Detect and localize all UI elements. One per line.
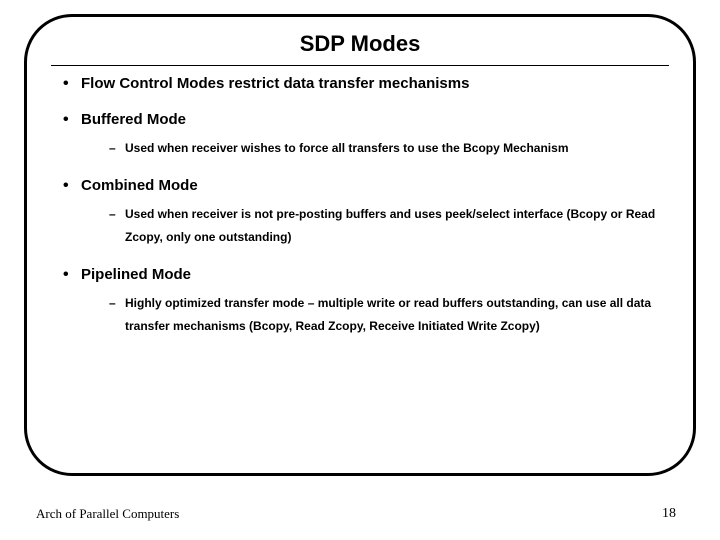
slide-frame: SDP Modes Flow Control Modes restrict da… xyxy=(24,14,696,476)
bullet-combined-mode: Combined Mode Used when receiver is not … xyxy=(61,176,669,249)
sub-bullet-text: Highly optimized transfer mode – multipl… xyxy=(125,296,651,333)
bullet-text: Buffered Mode xyxy=(81,111,186,128)
bullet-text: Combined Mode xyxy=(81,177,198,194)
sub-bullet-text: Used when receiver is not pre-posting bu… xyxy=(125,207,655,244)
sub-bullet: Highly optimized transfer mode – multipl… xyxy=(109,292,669,338)
sub-list: Used when receiver is not pre-posting bu… xyxy=(81,203,669,249)
sub-list: Used when receiver wishes to force all t… xyxy=(81,137,669,160)
sub-list: Highly optimized transfer mode – multipl… xyxy=(81,292,669,338)
sub-bullet-text: Used when receiver wishes to force all t… xyxy=(125,141,568,155)
bullet-text: Pipelined Mode xyxy=(81,266,191,283)
bullet-flow-control: Flow Control Modes restrict data transfe… xyxy=(61,74,669,94)
sub-bullet: Used when receiver is not pre-posting bu… xyxy=(109,203,669,249)
bullet-buffered-mode: Buffered Mode Used when receiver wishes … xyxy=(61,110,669,160)
page-number: 18 xyxy=(662,506,676,522)
title-divider xyxy=(51,65,669,66)
title-wrap: SDP Modes xyxy=(51,31,669,63)
sub-bullet: Used when receiver wishes to force all t… xyxy=(109,137,669,160)
bullet-list: Flow Control Modes restrict data transfe… xyxy=(51,74,669,338)
slide-title: SDP Modes xyxy=(51,31,669,57)
bullet-pipelined-mode: Pipelined Mode Highly optimized transfer… xyxy=(61,265,669,338)
bullet-text: Flow Control Modes restrict data transfe… xyxy=(81,75,469,92)
footer-left: Arch of Parallel Computers xyxy=(36,506,179,522)
